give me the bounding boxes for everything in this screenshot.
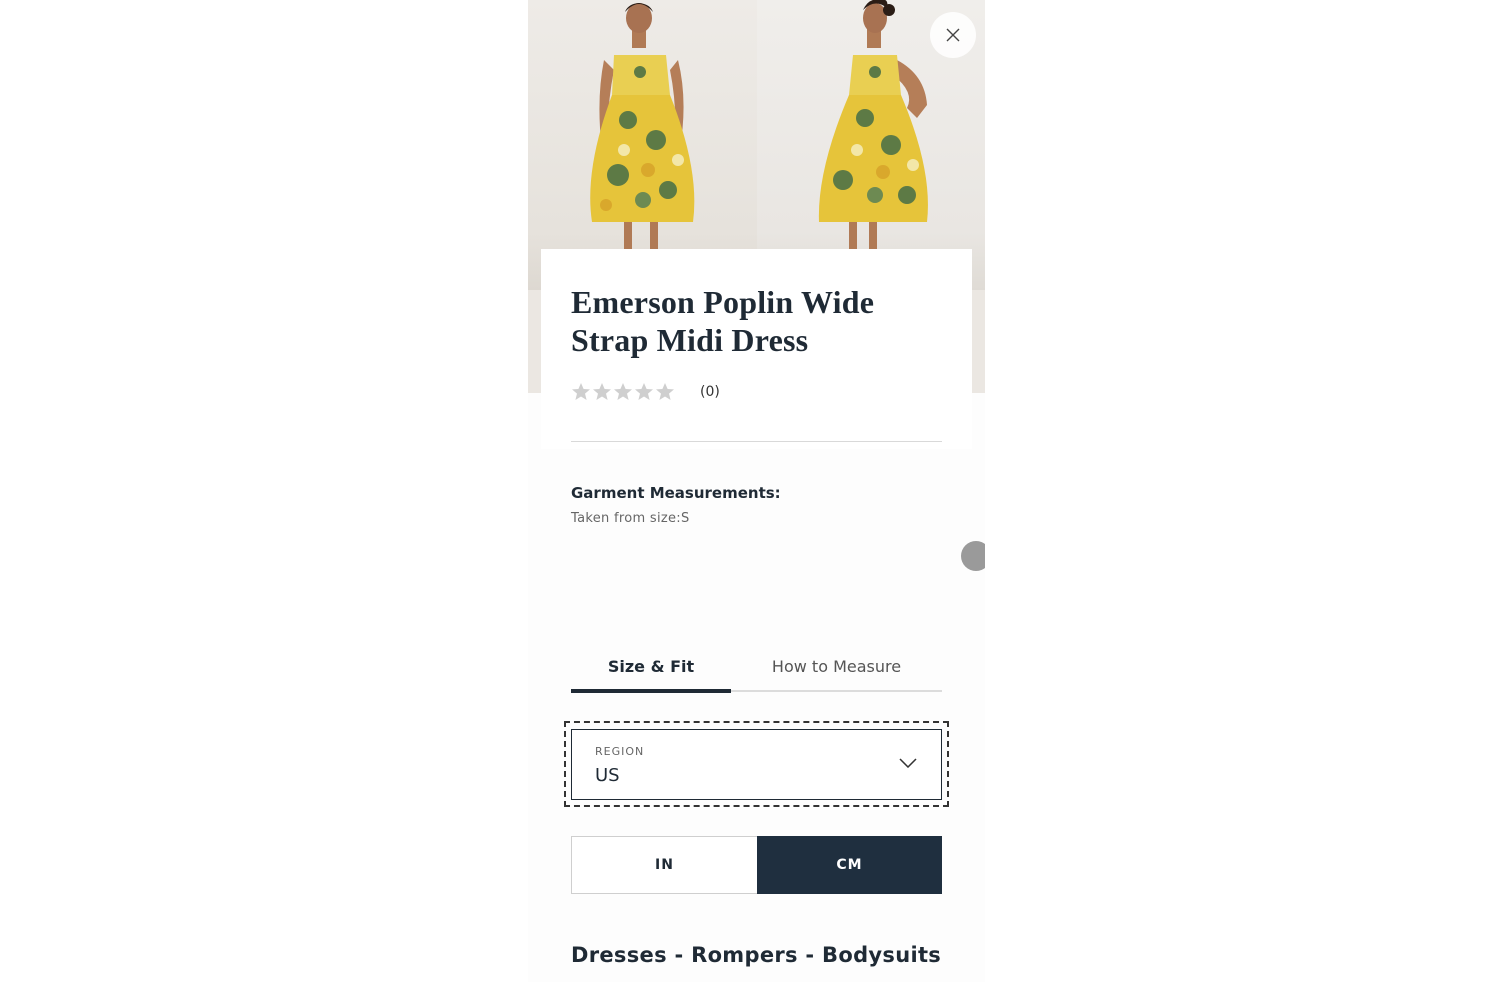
chevron-down-icon <box>899 758 917 768</box>
star-rating <box>571 382 675 402</box>
star-icon <box>572 383 590 400</box>
product-title: Emerson Poplin Wide Strap Midi Dress <box>571 284 875 358</box>
star-icon <box>635 383 653 400</box>
region-label: REGION <box>595 745 645 758</box>
product-photo-front <box>528 0 757 290</box>
unit-inches-button[interactable]: IN <box>571 836 757 894</box>
unit-toggle: IN CM <box>571 836 942 894</box>
close-icon <box>946 28 960 42</box>
close-button[interactable] <box>930 12 976 58</box>
tab-active-indicator <box>571 689 731 693</box>
region-value: US <box>595 765 620 786</box>
star-icon <box>656 383 674 400</box>
review-count: (0) <box>700 384 720 400</box>
star-icon <box>614 383 632 400</box>
star-icon <box>593 383 611 400</box>
garment-measurements-subheading: Taken from size:S <box>571 511 690 526</box>
category-heading: Dresses - Rompers - Bodysuits <box>571 943 942 967</box>
unit-centimeters-button[interactable]: CM <box>757 836 942 894</box>
size-guide-panel: Emerson Poplin Wide Strap Midi Dress (0)… <box>528 0 985 982</box>
product-rating[interactable]: (0) <box>571 382 720 402</box>
tab-size-and-fit[interactable]: Size & Fit <box>571 640 731 692</box>
tab-how-to-measure[interactable]: How to Measure <box>731 640 942 692</box>
section-divider <box>571 441 942 442</box>
scroll-handle[interactable] <box>961 541 985 571</box>
garment-measurements-heading: Garment Measurements: <box>571 484 781 502</box>
region-select[interactable]: REGION US <box>571 729 942 800</box>
size-guide-tabs: Size & Fit How to Measure <box>571 640 942 694</box>
